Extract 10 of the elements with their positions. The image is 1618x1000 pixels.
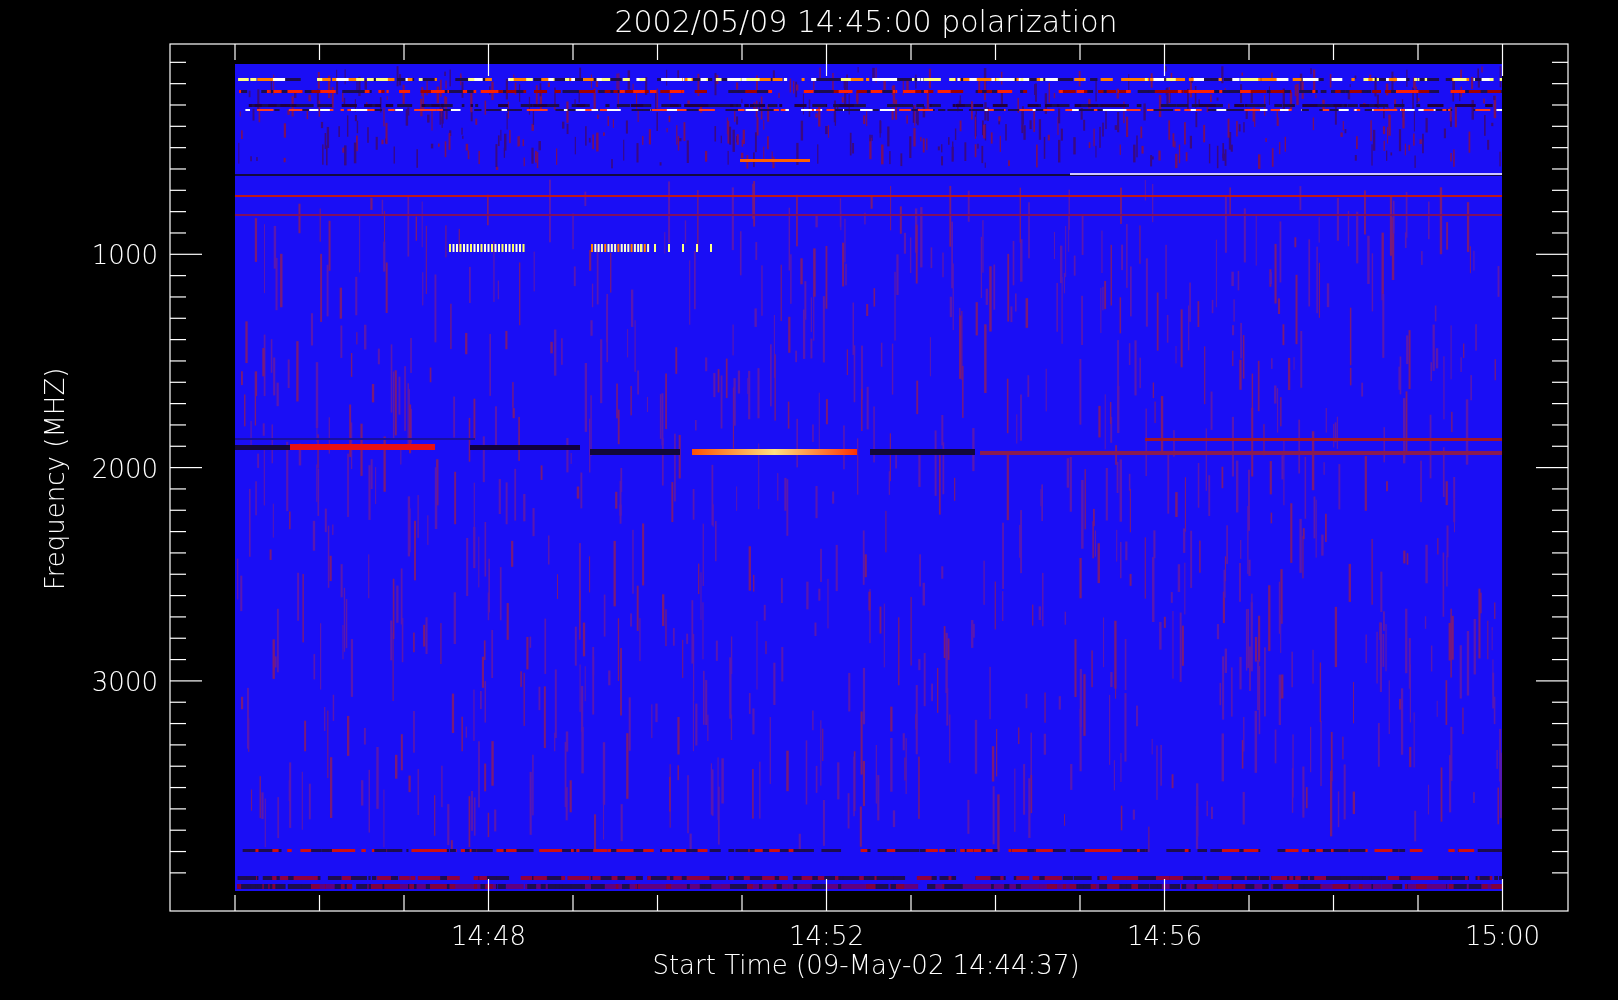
y-tick-label: 1000	[91, 240, 158, 271]
y-axis-title: Frequency (MHZ)	[40, 367, 70, 591]
y-tick-label: 3000	[91, 666, 158, 697]
plot-title: 2002/05/09 14:45:00 polarization	[614, 4, 1118, 39]
x-axis-title: Start Time (09-May-02 14:44:37)	[652, 950, 1080, 980]
x-tick-label: 14:52	[789, 921, 864, 951]
x-tick-label: 14:48	[451, 921, 526, 951]
y-tick-label: 2000	[91, 453, 158, 484]
x-tick-label: 15:00	[1465, 921, 1540, 951]
x-tick-label: 14:56	[1127, 921, 1202, 951]
